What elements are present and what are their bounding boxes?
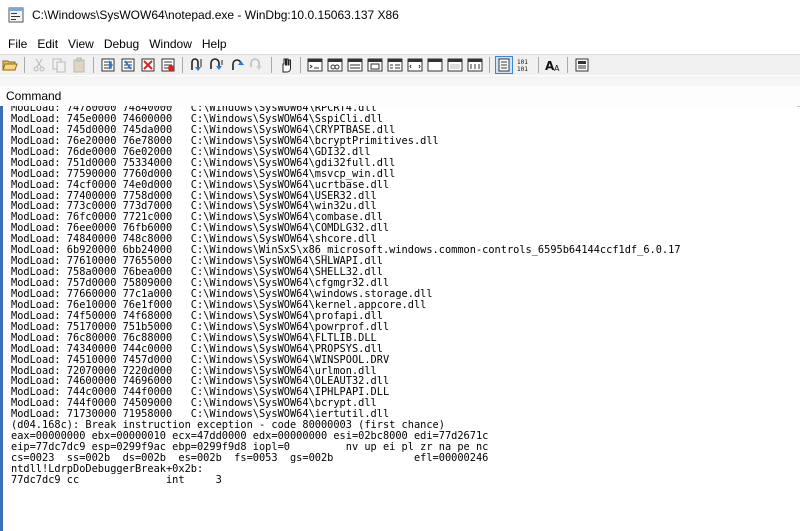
processes-threads-icon[interactable] xyxy=(466,56,484,74)
break-icon[interactable] xyxy=(159,56,177,74)
hex-mode-icon[interactable]: 101 101 xyxy=(515,56,533,74)
toolbar-separator xyxy=(489,57,490,73)
output-line: ModLoad: 76c80000 76c88000 C:\Windows\Sy… xyxy=(11,331,377,344)
menu-window[interactable]: Window xyxy=(144,34,197,54)
output-line: ModLoad: 77590000 7760d000 C:\Windows\Sy… xyxy=(11,167,396,180)
scratch-pad-icon[interactable] xyxy=(446,56,464,74)
menu-debug[interactable]: Debug xyxy=(99,34,144,54)
registers-window-icon[interactable] xyxy=(366,56,384,74)
output-line: ModLoad: 751d0000 75334000 C:\Windows\Sy… xyxy=(11,156,396,169)
menu-view[interactable]: View xyxy=(63,34,99,54)
toolbar-separator xyxy=(538,57,539,73)
output-line: ModLoad: 74cf0000 74e0d000 C:\Windows\Sy… xyxy=(11,178,390,191)
memory-window-icon[interactable] xyxy=(386,56,404,74)
stop-debugging-icon[interactable] xyxy=(139,56,157,74)
output-line: ModLoad: 74510000 7457d000 C:\Windows\Sy… xyxy=(11,353,390,366)
toolbar-separator xyxy=(567,57,568,73)
menu-bar: File Edit View Debug Window Help xyxy=(0,34,800,54)
menu-edit[interactable]: Edit xyxy=(32,34,63,54)
watch-window-icon[interactable] xyxy=(326,56,344,74)
options-icon[interactable] xyxy=(573,56,591,74)
source-mode-icon[interactable] xyxy=(495,56,513,74)
disassembly-window-icon[interactable] xyxy=(426,56,444,74)
command-pane-title: Command xyxy=(6,89,62,103)
menu-file[interactable]: File xyxy=(3,34,32,54)
paste-icon[interactable] xyxy=(70,56,88,74)
svg-text:101: 101 xyxy=(517,66,528,73)
font-icon[interactable]: AA xyxy=(544,56,562,74)
call-stack-window-icon[interactable] xyxy=(406,56,424,74)
step-into-icon[interactable] xyxy=(188,56,206,74)
step-over-icon[interactable] xyxy=(208,56,226,74)
toolbar-separator xyxy=(93,57,94,73)
toolbar-separator xyxy=(300,57,301,73)
insert-breakpoint-hand-icon[interactable] xyxy=(277,56,295,74)
svg-text:101: 101 xyxy=(517,59,528,66)
locals-window-icon[interactable] xyxy=(346,56,364,74)
toolbar-separator xyxy=(182,57,183,73)
toolbar-separator xyxy=(24,57,25,73)
step-out-icon[interactable] xyxy=(228,56,246,74)
command-output[interactable]: ModLoad: 74780000 74840000 C:\Windows\Sy… xyxy=(0,106,797,531)
output-line: 77dc7dc9 cc int 3 xyxy=(11,473,222,486)
command-output-text: ModLoad: 74780000 74840000 C:\Windows\Sy… xyxy=(3,106,797,486)
menu-help[interactable]: Help xyxy=(197,34,232,54)
command-window-icon[interactable] xyxy=(306,56,324,74)
copy-icon[interactable] xyxy=(50,56,68,74)
cut-icon[interactable] xyxy=(30,56,48,74)
open-icon[interactable] xyxy=(1,56,19,74)
restart-icon[interactable] xyxy=(119,56,137,74)
window-title: C:\Windows\SysWOW64\notepad.exe - WinDbg… xyxy=(32,8,399,22)
go-icon[interactable] xyxy=(99,56,117,74)
svg-text:A: A xyxy=(554,64,560,73)
command-pane-header[interactable]: Command xyxy=(0,86,800,107)
toolbar-separator xyxy=(271,57,272,73)
title-bar: C:\Windows\SysWOW64\notepad.exe - WinDbg… xyxy=(0,0,800,30)
run-to-cursor-icon[interactable] xyxy=(248,56,266,74)
output-line: ModLoad: 74340000 744c0000 C:\Windows\Sy… xyxy=(11,342,383,355)
toolbar: 101 101 AA xyxy=(0,54,800,75)
windbg-app-icon xyxy=(8,7,24,23)
